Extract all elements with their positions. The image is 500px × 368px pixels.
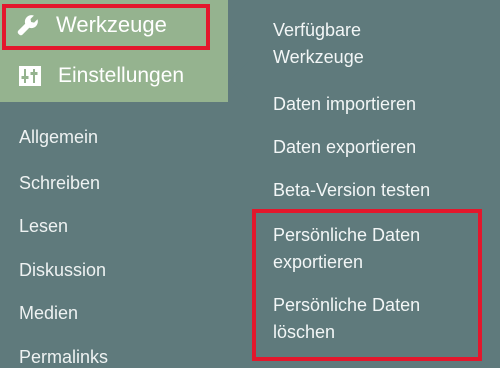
flyout-item-label-line1: Verfügbare (273, 20, 362, 40)
personal-data-highlight-box (252, 209, 482, 361)
sidebar-item-settings-label: Einstellungen (58, 64, 185, 87)
flyout-item-export[interactable]: Daten exportieren (273, 134, 483, 161)
flyout-item-import[interactable]: Daten importieren (273, 91, 483, 118)
submenu-item-permalinks[interactable]: Permalinks (19, 347, 108, 368)
submenu-item-writing[interactable]: Schreiben (19, 173, 100, 194)
flyout-item-label-line2: Werkzeuge (273, 47, 364, 67)
flyout-item-beta-test[interactable]: Beta-Version testen (273, 177, 483, 204)
tools-flyout-menu: Verfügbare Werkzeuge Daten importieren D… (248, 0, 500, 367)
sliders-icon (16, 63, 44, 89)
submenu-item-reading[interactable]: Lesen (19, 216, 68, 237)
submenu-item-media[interactable]: Medien (19, 303, 78, 324)
submenu-item-discussion[interactable]: Diskussion (19, 260, 106, 281)
sidebar-item-settings[interactable]: Einstellungen (0, 50, 228, 102)
flyout-item-label: Daten exportieren (273, 137, 417, 157)
flyout-item-label: Daten importieren (273, 94, 417, 114)
flyout-item-available-tools[interactable]: Verfügbare Werkzeuge (273, 17, 483, 71)
tools-highlight-box (2, 4, 210, 50)
menu-pointer-arrow (230, 62, 248, 98)
flyout-item-label: Beta-Version testen (273, 180, 431, 200)
admin-sidebar: Werkzeuge Einstellungen Allgemein Schrei… (0, 0, 230, 367)
submenu-item-general[interactable]: Allgemein (19, 127, 98, 148)
